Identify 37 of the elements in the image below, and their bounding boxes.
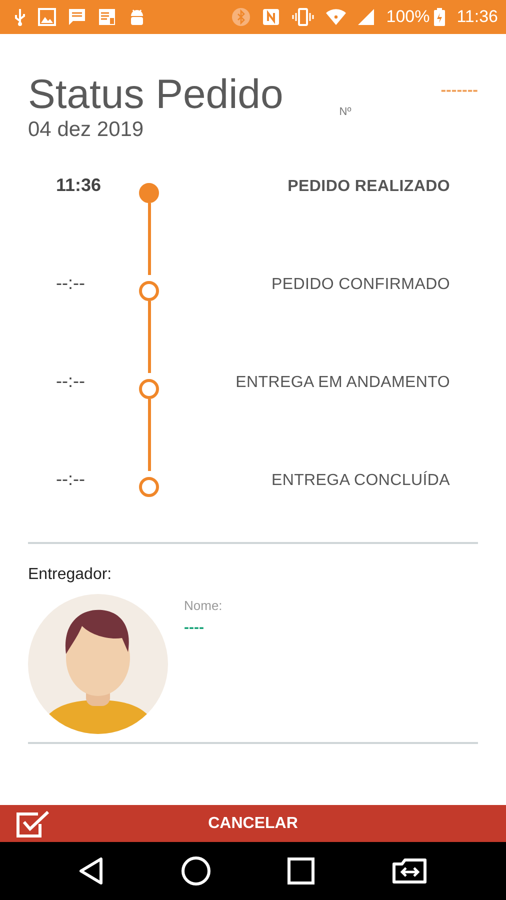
nfc-icon bbox=[262, 8, 280, 26]
android-icon bbox=[128, 8, 146, 26]
connector-line bbox=[148, 301, 150, 373]
number-label: Nº bbox=[339, 106, 352, 118]
clock-time: 11:36 bbox=[456, 7, 498, 27]
screen-rotate-icon[interactable] bbox=[392, 858, 428, 884]
step-label: ENTREGA EM ANDAMENTO bbox=[234, 373, 450, 393]
cancel-button[interactable]: CANCELAR bbox=[0, 805, 506, 842]
battery-level: 100% bbox=[386, 7, 430, 27]
step-time: --:-- bbox=[56, 370, 86, 393]
order-number: ------- bbox=[440, 82, 478, 100]
wifi-icon bbox=[326, 9, 346, 25]
home-icon[interactable] bbox=[180, 856, 211, 886]
connector-line bbox=[148, 399, 150, 471]
step-label: ENTREGA CONCLUÍDA bbox=[270, 470, 450, 491]
order-date: 04 dez 2019 bbox=[28, 118, 144, 141]
signal-icon bbox=[358, 9, 374, 25]
name-label: Nome: bbox=[184, 598, 222, 613]
section-heading: Entregador: bbox=[28, 566, 112, 584]
document-icon bbox=[98, 8, 116, 26]
bluetooth-icon bbox=[232, 8, 250, 26]
step-label: PEDIDO REALIZADO bbox=[286, 177, 450, 197]
name-value: ---- bbox=[184, 619, 204, 636]
step-time: --:-- bbox=[56, 468, 86, 491]
checkbox-icon bbox=[16, 810, 52, 838]
connector-line bbox=[148, 203, 150, 275]
battery-icon bbox=[434, 8, 445, 26]
message-icon bbox=[68, 8, 86, 26]
step-time: --:-- bbox=[56, 272, 86, 295]
usb-icon bbox=[14, 8, 26, 26]
page-title: Status Pedido bbox=[28, 70, 284, 118]
step-label: PEDIDO CONFIRMADO bbox=[270, 275, 450, 295]
recents-icon[interactable] bbox=[287, 857, 316, 885]
vibrate-icon bbox=[292, 8, 314, 26]
back-icon[interactable] bbox=[78, 857, 104, 885]
step-time: 11:36 bbox=[56, 174, 102, 197]
image-icon bbox=[38, 8, 56, 26]
